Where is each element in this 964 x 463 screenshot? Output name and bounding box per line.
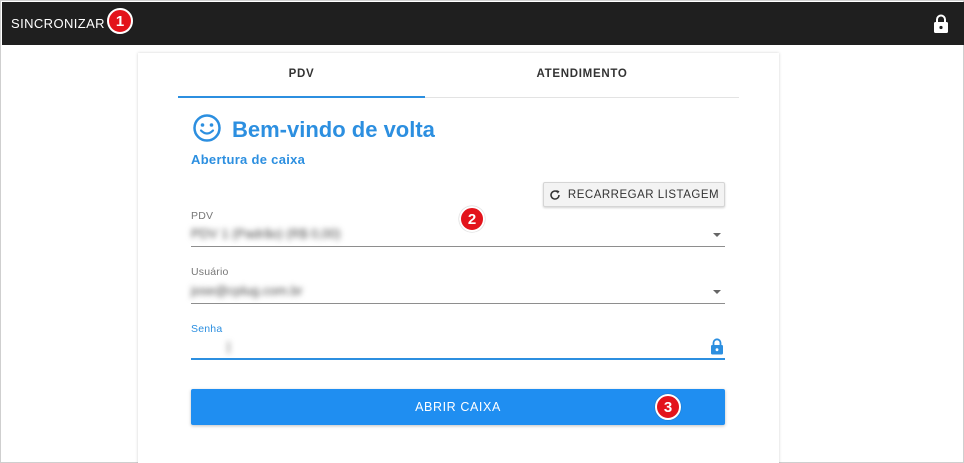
senha-label: Senha <box>191 323 223 335</box>
refresh-icon <box>550 189 560 200</box>
senha-value: | <box>227 339 231 354</box>
section-subtitle: Abertura de caixa <box>191 152 306 167</box>
pdv-select[interactable]: PDV 1 (Padrão) (R$ 0,00) <box>191 223 725 247</box>
pdv-label: PDV <box>191 210 214 222</box>
chevron-down-icon <box>713 290 721 294</box>
callout-marker-3: 3 <box>655 394 681 420</box>
tab-pdv[interactable]: PDV <box>178 68 425 96</box>
lock-icon[interactable] <box>932 14 950 34</box>
reload-list-label: RECARREGAR LISTAGEM <box>567 188 720 201</box>
open-register-button[interactable]: ABRIR CAIXA <box>191 389 725 425</box>
usuario-select[interactable]: jose@cplug.com.br <box>191 280 725 304</box>
usuario-label: Usuário <box>191 266 229 278</box>
callout-marker-1: 1 <box>107 8 133 34</box>
chevron-down-icon <box>713 233 721 237</box>
callout-marker-2: 2 <box>459 206 485 232</box>
usuario-underline <box>191 303 725 304</box>
pdv-value: PDV 1 (Padrão) (R$ 0,00) <box>191 226 341 241</box>
app-window: SINCRONIZAR PDV ATENDIMENTO Bem-vindo de… <box>0 0 964 463</box>
active-tab-indicator <box>178 96 425 98</box>
reload-list-button[interactable]: RECARREGAR LISTAGEM <box>543 182 725 207</box>
welcome-title: Bem-vindo de volta <box>232 117 435 142</box>
senha-input[interactable]: | <box>191 336 725 360</box>
tab-atendimento[interactable]: ATENDIMENTO <box>425 68 739 96</box>
sync-button[interactable]: SINCRONIZAR <box>11 12 105 36</box>
senha-underline <box>191 358 725 360</box>
pdv-underline <box>191 246 725 247</box>
lock-icon[interactable] <box>710 338 724 355</box>
top-bar: SINCRONIZAR <box>2 2 964 45</box>
login-card: PDV ATENDIMENTO Bem-vindo de volta Abert… <box>138 53 779 463</box>
usuario-value: jose@cplug.com.br <box>191 283 303 298</box>
smiley-icon <box>193 114 221 142</box>
